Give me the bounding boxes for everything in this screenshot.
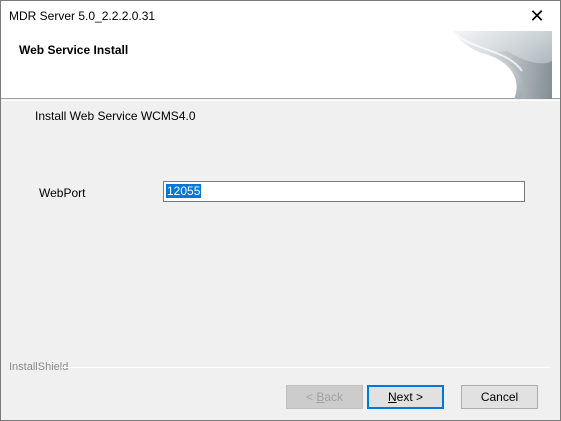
webport-input[interactable]: 12055 xyxy=(163,181,525,202)
cancel-button-label: Cancel xyxy=(480,390,519,404)
next-button-mnemonic: N xyxy=(387,390,397,404)
webport-value: 12055 xyxy=(166,184,202,198)
close-icon: ✕ xyxy=(529,5,545,26)
back-button-mnemonic: B xyxy=(316,390,325,404)
installshield-banner-graphic-icon xyxy=(452,31,552,99)
footer-divider xyxy=(61,367,551,368)
back-button-prefix: < xyxy=(305,390,317,404)
installshield-brand-label: InstallShield xyxy=(9,361,69,373)
page-title: Web Service Install xyxy=(19,43,129,57)
header-banner: Web Service Install xyxy=(1,31,560,99)
webport-label: WebPort xyxy=(39,186,86,200)
installer-window: MDR Server 5.0_2.2.2.0.31 ✕ Web Service … xyxy=(0,0,561,421)
next-button[interactable]: Next > xyxy=(367,385,444,409)
close-button[interactable]: ✕ xyxy=(514,1,560,31)
back-button-label: ack xyxy=(324,390,344,404)
window-title: MDR Server 5.0_2.2.2.0.31 xyxy=(9,9,156,23)
content-area: Install Web Service WCMS4.0 WebPort 1205… xyxy=(1,101,560,363)
install-description: Install Web Service WCMS4.0 xyxy=(35,109,196,123)
title-bar[interactable]: MDR Server 5.0_2.2.2.0.31 ✕ xyxy=(1,1,560,31)
back-button[interactable]: < Back xyxy=(286,385,363,409)
cancel-button[interactable]: Cancel xyxy=(461,385,538,409)
next-button-label: ext > xyxy=(396,390,424,404)
